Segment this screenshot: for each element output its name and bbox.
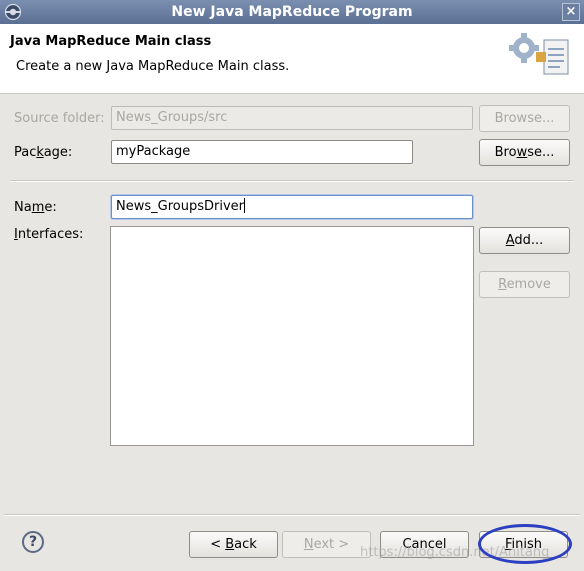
footer-divider-highlight	[4, 515, 580, 516]
remove-interface-button[interactable]: Remove	[479, 271, 570, 298]
annotation-circle	[478, 524, 572, 564]
back-button[interactable]: < Back	[189, 531, 278, 558]
source-folder-label: Source folder:	[14, 111, 105, 126]
name-label: Name:	[14, 200, 57, 215]
package-label: Package:	[14, 145, 73, 160]
next-button[interactable]: Next >	[282, 531, 371, 558]
title-bar: New Java MapReduce Program ×	[0, 0, 584, 24]
help-icon[interactable]: ?	[22, 531, 44, 553]
source-folder-browse-button[interactable]: Browse...	[479, 105, 570, 132]
wizard-banner: Java MapReduce Main class Create a new J…	[0, 24, 584, 94]
text-caret	[243, 198, 245, 213]
source-folder-field[interactable]: News_Groups/src	[111, 106, 473, 130]
interfaces-list[interactable]	[110, 226, 474, 446]
page-heading: Java MapReduce Main class	[10, 34, 212, 49]
interfaces-label: Interfaces:	[14, 227, 84, 242]
divider-highlight	[10, 181, 574, 182]
new-class-wizard-icon	[509, 33, 569, 75]
name-field-value: News_GroupsDriver	[116, 199, 244, 214]
package-field[interactable]: myPackage	[111, 140, 413, 164]
window-title: New Java MapReduce Program	[171, 4, 413, 20]
package-browse-button[interactable]: Browse...	[479, 139, 570, 166]
name-field[interactable]: News_GroupsDriver	[111, 195, 473, 219]
page-description: Create a new Java MapReduce Main class.	[16, 59, 290, 74]
close-button[interactable]: ×	[562, 3, 580, 21]
add-interface-button[interactable]: Add...	[479, 227, 570, 254]
